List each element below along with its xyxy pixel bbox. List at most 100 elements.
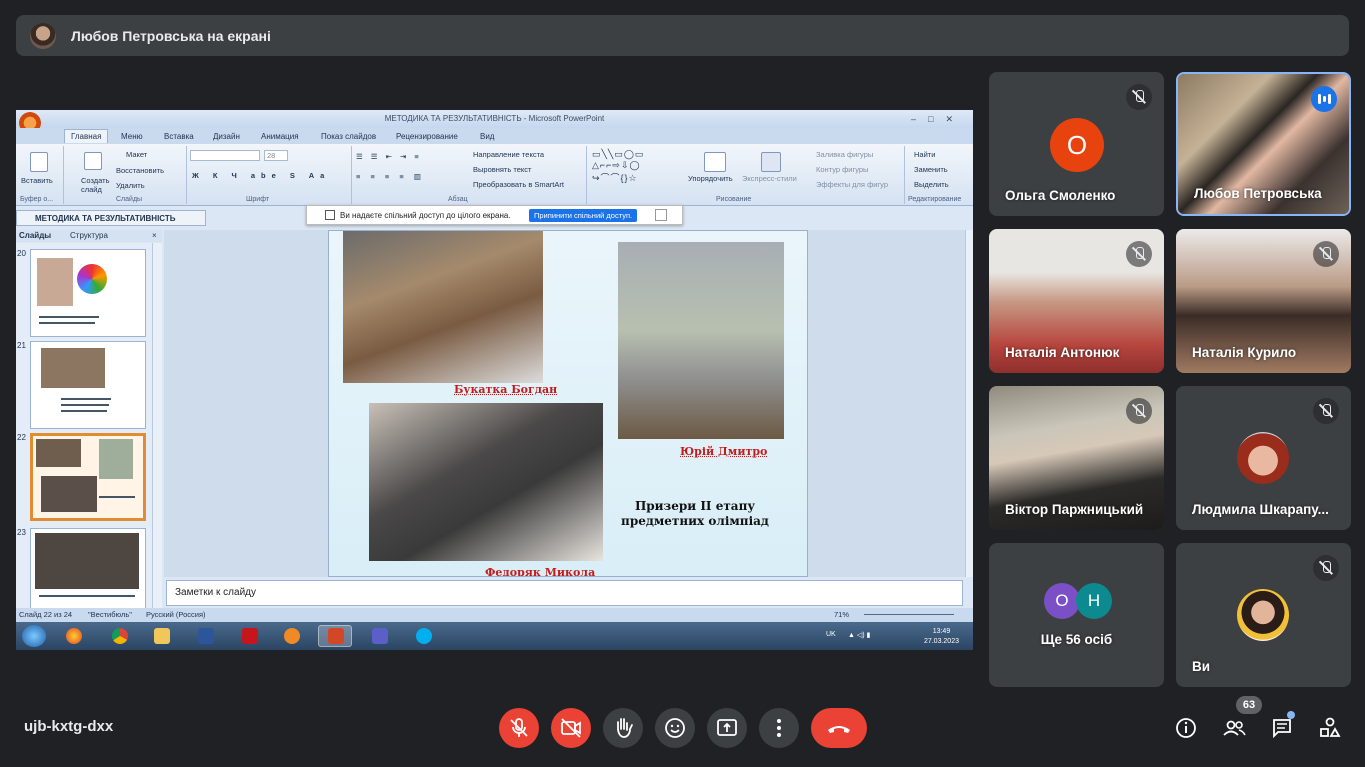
slide-title: Призери ІІ етапу предметних олімпіад <box>621 499 769 528</box>
smartart-label: Преобразовать в SmartArt <box>473 180 564 189</box>
group-font: Шрифт <box>246 196 270 203</box>
mic-toggle-button[interactable] <box>499 708 539 748</box>
pane-tab-slides: Слайды <box>19 231 52 240</box>
shared-screen: МЕТОДИКА ТА РЕЗУЛЬТАТИВНІСТЬ - Microsoft… <box>16 110 973 650</box>
hide-notice-button <box>655 209 667 221</box>
others-count: Ще 56 осіб <box>1040 632 1113 647</box>
present-icon <box>717 719 737 736</box>
teams-icon <box>372 628 388 644</box>
theme-name: "Вестибюль" <box>88 610 132 619</box>
ribbon-tab-insert: Вставка <box>164 132 194 141</box>
participant-tile-self[interactable]: Ви <box>1176 543 1351 687</box>
chat-notification-dot <box>1287 711 1295 719</box>
participant-tile[interactable]: О Ольга Смоленко <box>989 72 1164 216</box>
ppt-statusbar: Слайд 22 из 24 "Вестибюль" Русский (Росс… <box>16 608 973 622</box>
group-drawing: Рисование <box>716 196 752 203</box>
people-count-badge: 63 <box>1236 696 1262 714</box>
present-screen-button[interactable] <box>707 708 747 748</box>
paste-icon <box>30 152 48 172</box>
replace-label: Заменить <box>914 165 948 174</box>
participant-tile-others[interactable]: О Н Ще 56 осіб <box>989 543 1164 687</box>
speaking-indicator-icon <box>1311 86 1337 112</box>
quick-styles-label: Экспресс-стили <box>742 174 797 183</box>
ribbon: Вставить Создать слайд Макет Восстановит… <box>16 144 973 206</box>
share-screen-icon <box>325 210 335 220</box>
shape-fill-label: Заливка фигуры <box>816 150 874 159</box>
ribbon-tab-design: Дизайн <box>213 132 240 141</box>
slides-pane: 20 21 22 23 <box>16 243 162 616</box>
participant-name: Любов Петровська <box>1194 186 1322 201</box>
screen-share-notice: Ви надаєте спільний доступ до цілого екр… <box>306 205 683 225</box>
more-options-button[interactable] <box>759 708 799 748</box>
stop-sharing-button: Припинити спільний доступ. <box>529 209 638 222</box>
leave-call-button[interactable] <box>811 708 867 748</box>
current-slide: Букатка Богдан Юрій Дмитро Федоряк Микол… <box>328 230 808 577</box>
firefox-icon <box>66 628 82 644</box>
acrobat-icon <box>242 628 258 644</box>
reactions-button[interactable] <box>655 708 695 748</box>
window-controls: –□✕ <box>911 114 965 124</box>
ribbon-tabs: Главная Меню Вставка Дизайн Анимация Пок… <box>16 128 973 144</box>
find-label: Найти <box>914 150 936 159</box>
avatar <box>1237 589 1289 641</box>
thumb-number: 23 <box>17 528 26 537</box>
participant-tile-speaking[interactable]: Любов Петровська <box>1176 72 1351 216</box>
mic-off-icon <box>1313 555 1339 581</box>
hand-icon <box>617 718 633 738</box>
delete-label: Удалить <box>116 181 145 190</box>
document-tab: МЕТОДИКА ТА РЕЗУЛЬТАТИВНІСТЬ <box>16 210 206 226</box>
font-format-buttons: Ж К Ч abe S Aa <box>192 171 331 180</box>
camera-toggle-button[interactable] <box>551 708 591 748</box>
mic-off-icon <box>1313 398 1339 424</box>
thumb-number: 22 <box>17 433 26 442</box>
windows-taskbar: UK ▲ ◁) ▮ 13:49 27.03.2023 <box>16 622 973 650</box>
media-player-icon <box>284 628 300 644</box>
photo-student-2 <box>618 242 784 439</box>
restore-label: Восстановить <box>116 166 165 175</box>
group-editing: Редактирование <box>908 196 962 203</box>
powerpoint-icon <box>328 628 344 644</box>
thumb-number: 21 <box>17 341 26 350</box>
tray-clock: 13:49 27.03.2023 <box>923 628 959 645</box>
language-status: Русский (Россия) <box>146 610 206 619</box>
mic-off-icon <box>1126 84 1152 110</box>
font-name-field <box>190 150 260 161</box>
word-icon <box>198 628 214 644</box>
editor-scrollbar <box>965 230 973 577</box>
participant-tile[interactable]: Наталія Антонюк <box>989 229 1164 373</box>
caption-student-3: Федоряк Микола <box>485 566 596 577</box>
align-buttons: ≡ ≡ ≡ ≡ ▥ <box>356 172 425 181</box>
info-icon <box>1176 718 1196 738</box>
emoji-icon <box>665 718 685 738</box>
participant-name: Наталія Курило <box>1192 345 1297 360</box>
meeting-code: ujb-kxtg-dxx <box>24 718 114 735</box>
pane-close-icon: × <box>152 231 157 240</box>
slides-pane-scrollbar <box>152 243 162 608</box>
new-slide-icon <box>84 152 102 170</box>
activities-icon <box>1320 717 1341 737</box>
avatar <box>1237 432 1289 484</box>
mic-off-icon <box>1126 241 1152 267</box>
shape-outline-label: Контур фигуры <box>816 165 869 174</box>
participant-tile[interactable]: Наталія Курило <box>1176 229 1351 373</box>
participant-tile[interactable]: Людмила Шкарапу... <box>1176 386 1351 530</box>
list-buttons: ☰ ☰ ⇤ ⇥ ≡ <box>356 152 422 161</box>
raise-hand-button[interactable] <box>603 708 643 748</box>
text-direction-label: Направление текста <box>473 150 545 159</box>
zoom-level: 71% <box>834 610 850 619</box>
slide-editor: Букатка Богдан Юрій Дмитро Федоряк Микол… <box>164 230 973 577</box>
participant-tile[interactable]: Віктор Паржницький <box>989 386 1164 530</box>
more-vert-icon <box>777 719 781 737</box>
arrange-label: Упорядочить <box>688 174 733 183</box>
tray-language: UK <box>826 631 836 638</box>
arrange-icon <box>704 152 726 172</box>
people-button[interactable] <box>1220 714 1248 742</box>
paste-label: Вставить <box>21 176 53 185</box>
camera-off-icon <box>561 718 581 738</box>
avatar: О <box>1044 583 1080 619</box>
ribbon-tab-home: Главная <box>64 129 109 143</box>
select-label: Выделить <box>914 180 949 189</box>
meeting-details-button[interactable] <box>1172 714 1200 742</box>
activities-button[interactable] <box>1316 714 1344 742</box>
shapes-gallery: ▭╲╲▭◯▭ △⌐⌐⇨⇩◯ ↪⌒⌒{}☆ <box>592 149 645 183</box>
